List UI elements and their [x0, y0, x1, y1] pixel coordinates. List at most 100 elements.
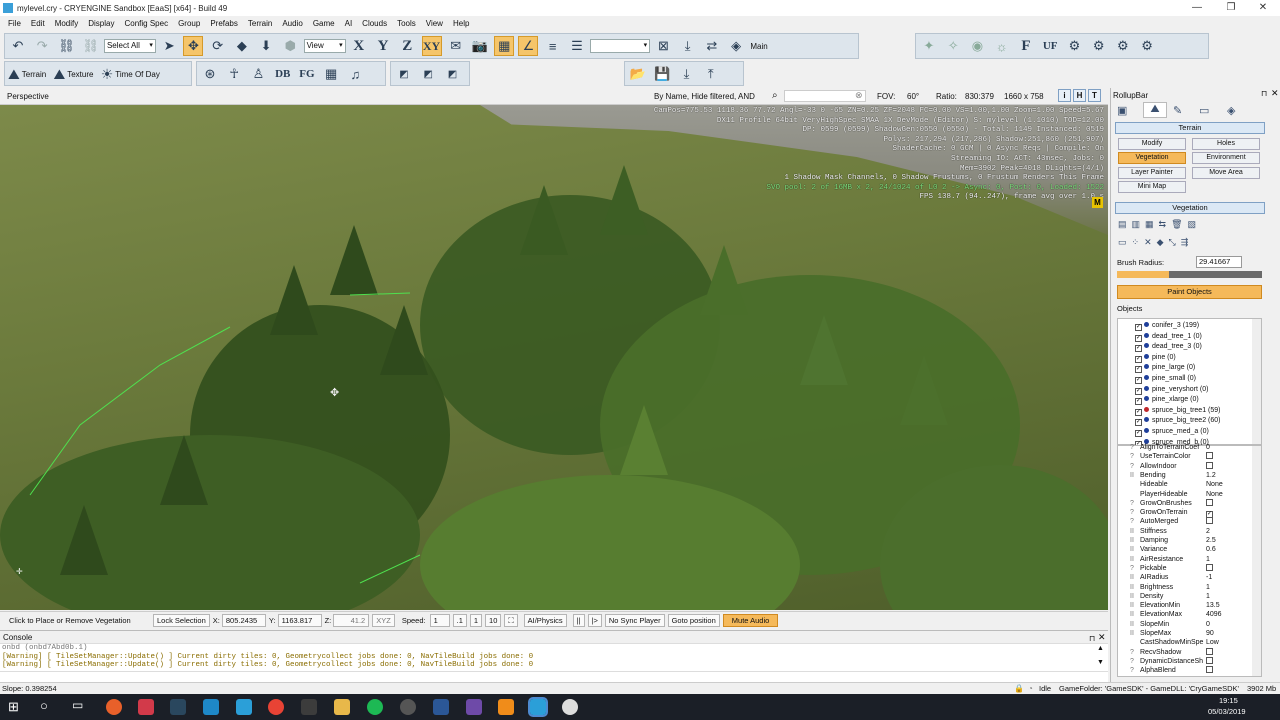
move-icon[interactable]: ✥: [183, 36, 204, 56]
axis-x-button[interactable]: X: [349, 36, 369, 56]
ai-physics-button[interactable]: AI/Physics: [523, 614, 567, 627]
y-coordinate-field[interactable]: 1163.817: [277, 614, 322, 627]
texture-tool-button[interactable]: ⛰ Texture: [53, 64, 93, 84]
clock-date[interactable]: 05/03/2019: [1208, 707, 1246, 716]
material-icon[interactable]: ◉: [967, 36, 987, 56]
paint-objects-button[interactable]: Paint Objects: [1117, 285, 1262, 299]
keyframe-next-icon[interactable]: ◩: [442, 64, 462, 84]
object-snap-icon[interactable]: ⬢: [280, 36, 300, 56]
vlc-icon[interactable]: [498, 699, 514, 715]
flowgraph-button[interactable]: FG: [297, 64, 317, 84]
display-tab-icon[interactable]: ▭: [1199, 104, 1209, 117]
undo-icon[interactable]: ↶: [8, 36, 28, 56]
property-row[interactable]: ? DynamicDistanceSh: [1130, 656, 1262, 666]
resolution-value[interactable]: 1660 x 758: [1004, 92, 1044, 101]
task-view-icon[interactable]: ▭: [72, 698, 83, 712]
menu-clouds[interactable]: Clouds: [357, 16, 392, 31]
brush-radius-input[interactable]: 29.41667: [1196, 256, 1242, 268]
firefox-icon[interactable]: [106, 699, 122, 715]
property-row[interactable]: II AirResistance 1: [1130, 555, 1262, 564]
menu-ai[interactable]: AI: [340, 16, 358, 31]
object-list-scrollbar[interactable]: [1252, 319, 1261, 444]
object-visible-checkbox[interactable]: ✓: [1135, 419, 1142, 427]
reference-coordinate-dropdown[interactable]: View: [303, 39, 346, 53]
object-list-item[interactable]: ✓ dead_tree_1 (0): [1135, 332, 1202, 342]
mini-map-button[interactable]: Mini Map: [1118, 181, 1186, 193]
menu-audio[interactable]: Audio: [277, 16, 307, 31]
property-value[interactable]: None: [1206, 490, 1223, 499]
object-list-item[interactable]: ✓ pine_small (0): [1135, 374, 1196, 384]
property-checkbox[interactable]: [1206, 563, 1215, 573]
package-icon[interactable]: [203, 699, 219, 715]
property-row[interactable]: II Brightness 1: [1130, 583, 1262, 592]
lock-selection-button[interactable]: Lock Selection: [153, 614, 210, 627]
windows-start-icon[interactable]: ⊞: [8, 699, 19, 715]
property-row[interactable]: II Damping 2.5: [1130, 536, 1262, 545]
terrain-collision-icon[interactable]: ⛶: [504, 614, 518, 627]
mail-icon[interactable]: ✉: [446, 36, 466, 56]
add-object-icon[interactable]: ▤: [1118, 219, 1132, 229]
property-checkbox[interactable]: [1206, 461, 1215, 471]
clear-icon[interactable]: ✕: [1144, 237, 1157, 247]
object-list-item[interactable]: ✓ pine_veryshort (0): [1135, 385, 1208, 395]
sync-icon[interactable]: ⇄: [702, 36, 722, 56]
property-checkbox[interactable]: [1206, 666, 1215, 675]
keyframe-prev-icon[interactable]: ◩: [418, 64, 438, 84]
merge-icon[interactable]: ⇶: [1181, 237, 1194, 247]
property-row[interactable]: II ElevationMin 13.5: [1130, 601, 1262, 610]
object-list-item[interactable]: ✓ spruce_big_tree1 (59): [1135, 406, 1221, 416]
object-list-item[interactable]: ✓ pine_xlarge (0): [1135, 395, 1199, 406]
visual-studio-icon[interactable]: [466, 699, 482, 715]
camera-icon[interactable]: 📷: [470, 36, 490, 56]
property-checkbox[interactable]: [1206, 517, 1215, 526]
replace-object-icon[interactable]: ▦: [1145, 219, 1159, 229]
speed-1-button[interactable]: 1: [469, 614, 483, 627]
save-object-icon[interactable]: ▧: [1188, 219, 1202, 229]
property-row[interactable]: II Density 1: [1130, 592, 1262, 601]
info-toggle-button[interactable]: i: [1058, 89, 1071, 102]
modeling-tab-icon[interactable]: ✎: [1173, 104, 1182, 117]
goto-position-button[interactable]: Goto position: [667, 614, 720, 627]
property-value[interactable]: 4096: [1206, 610, 1222, 619]
close-icon[interactable]: ✕: [1246, 0, 1280, 16]
axis-y-button[interactable]: Y: [373, 36, 393, 56]
terrain-tab-icon[interactable]: ⛰: [1143, 102, 1167, 118]
property-row[interactable]: II Variance 0.6: [1130, 545, 1262, 554]
object-list-item[interactable]: ✓ spruce_med_a (0): [1135, 427, 1209, 437]
scatter-icon[interactable]: ⁘: [1132, 237, 1145, 247]
helpers-toggle-button[interactable]: H: [1073, 89, 1086, 102]
object-list-item[interactable]: ✓ pine (0): [1135, 353, 1176, 363]
object-visible-checkbox[interactable]: ✓: [1135, 408, 1142, 416]
rollup-close-icon[interactable]: ✕: [1271, 88, 1279, 99]
selection-mask-dropdown[interactable]: Select All: [103, 39, 156, 53]
character-editor-icon[interactable]: ☥: [224, 64, 244, 84]
property-row[interactable]: ? AutoMerged: [1130, 517, 1262, 526]
layer-dropdown[interactable]: [590, 39, 651, 53]
menu-terrain[interactable]: Terrain: [243, 16, 277, 31]
property-value[interactable]: 0.6: [1206, 545, 1216, 554]
console-input[interactable]: [0, 671, 1108, 682]
mail-app-icon[interactable]: [138, 699, 154, 715]
speed-input[interactable]: 1: [429, 614, 450, 627]
property-row[interactable]: ? AllowIndoor: [1130, 461, 1262, 471]
grid-snap-icon[interactable]: ▦: [494, 36, 515, 56]
property-row[interactable]: II SlopeMin 0: [1130, 620, 1262, 629]
menu-modify[interactable]: Modify: [50, 16, 84, 31]
menu-tools[interactable]: Tools: [392, 16, 421, 31]
time-of-day-button[interactable]: ☀ Time Of Day: [101, 64, 160, 84]
maximize-icon[interactable]: ❐: [1214, 0, 1248, 16]
settings-icon[interactable]: ⚙: [1089, 36, 1109, 56]
brush-radius-slider[interactable]: [1117, 271, 1262, 278]
property-value[interactable]: 1: [1206, 592, 1210, 601]
property-row[interactable]: II Bending 1.2: [1130, 471, 1262, 480]
property-value[interactable]: 0: [1206, 443, 1210, 452]
object-visible-checkbox[interactable]: ✓: [1135, 355, 1142, 363]
property-row[interactable]: ? GrowOnTerrain ✓: [1130, 508, 1262, 519]
preferences-icon[interactable]: ⚙: [1137, 36, 1157, 56]
edit-properties-icon[interactable]: ⊠: [653, 36, 673, 56]
property-row[interactable]: ? RecvShadow: [1130, 647, 1262, 657]
property-checkbox[interactable]: [1206, 498, 1215, 508]
file-explorer-icon[interactable]: [334, 699, 350, 715]
menu-view[interactable]: View: [421, 16, 448, 31]
link-icon[interactable]: ⤡: [1169, 237, 1181, 247]
